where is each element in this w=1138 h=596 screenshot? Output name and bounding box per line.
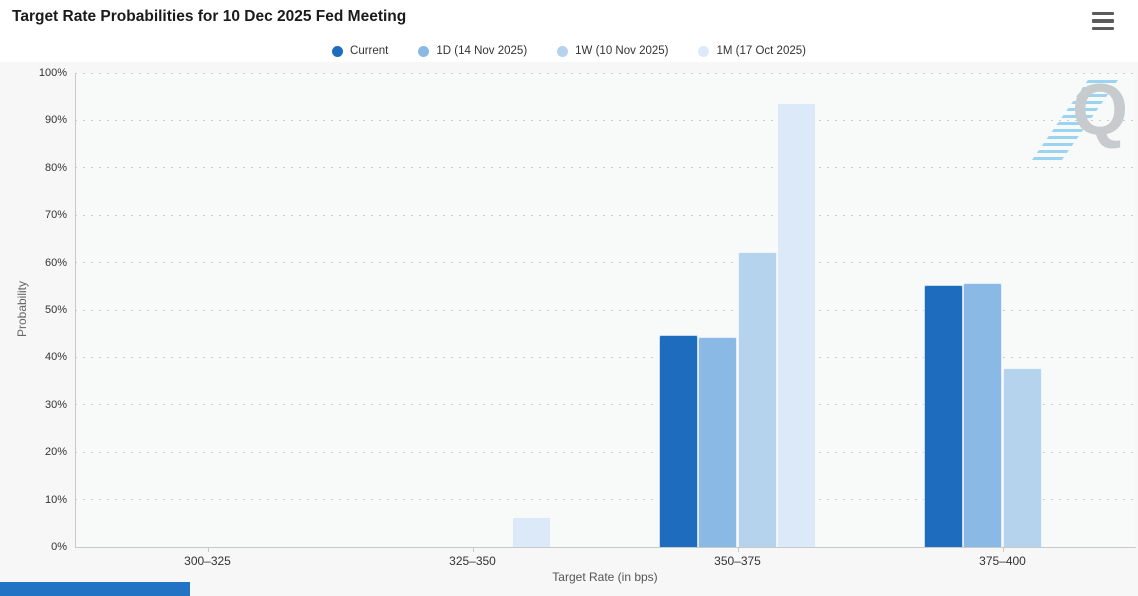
bar-1w-375–400[interactable] — [1002, 368, 1042, 547]
bottom-blue-bar — [0, 582, 190, 596]
bar-1m-325–350[interactable] — [511, 517, 552, 547]
x-axis-tick — [737, 547, 739, 552]
y-gridline — [75, 72, 1135, 74]
x-axis-tick — [472, 547, 474, 552]
y-axis-tick-label: 60% — [44, 256, 67, 269]
quikstrike-watermark: Q — [1031, 74, 1138, 166]
legend-item-1d[interactable]: 1D (14 Nov 2025) — [418, 45, 527, 57]
y-gridline — [75, 167, 1135, 169]
y-axis-line — [75, 73, 76, 547]
y-gridline — [75, 262, 1135, 264]
x-axis-category-label: 325–350 — [449, 554, 496, 568]
y-axis-tick-label: 20% — [44, 446, 67, 459]
bar-current-375–400[interactable] — [923, 284, 964, 547]
legend-marker-icon — [332, 45, 344, 57]
bar-1d-350–375[interactable] — [698, 337, 738, 547]
bar-1d-375–400[interactable] — [963, 282, 1003, 547]
bar-current-350–375[interactable] — [658, 335, 699, 547]
chart-title: Target Rate Probabilities for 10 Dec 202… — [12, 8, 407, 25]
watermark-q-letter: Q — [1072, 70, 1129, 150]
x-axis-category-label: 300–325 — [184, 554, 231, 568]
chart-page: Target Rate Probabilities for 10 Dec 202… — [0, 0, 1138, 596]
y-axis-title: Probability — [15, 280, 29, 338]
y-axis-tick-label: 30% — [44, 398, 67, 411]
y-gridline — [75, 119, 1135, 121]
x-axis-line — [75, 547, 1136, 548]
bar-1w-350–375[interactable] — [737, 251, 777, 547]
legend-label: 1M (17 Oct 2025) — [716, 45, 806, 57]
legend-label: Current — [350, 45, 389, 57]
legend-marker-icon — [698, 45, 710, 57]
y-axis-tick-label: 70% — [44, 209, 67, 222]
y-axis-tick-label: 0% — [51, 541, 67, 553]
legend-marker-icon — [557, 45, 569, 57]
hamburger-menu-icon[interactable] — [1092, 12, 1114, 30]
y-axis-tick-label: 100% — [38, 67, 67, 79]
y-gridline — [75, 214, 1135, 216]
y-axis-tick-label: 50% — [44, 304, 67, 316]
x-axis-category-label: 375–400 — [979, 554, 1026, 568]
y-axis-tick-label: 10% — [44, 493, 67, 506]
hamburger-line — [1092, 26, 1114, 30]
hamburger-line — [1092, 12, 1114, 16]
chart-legend: Current 1D (14 Nov 2025) 1W (10 Nov 2025) 1… — [0, 45, 1138, 57]
bar-1m-350–375[interactable] — [776, 102, 817, 547]
legend-label: 1D (14 Nov 2025) — [436, 45, 528, 57]
hamburger-line — [1092, 19, 1114, 23]
legend-item-1w[interactable]: 1W (10 Nov 2025) — [557, 45, 668, 57]
legend-item-1m[interactable]: 1M (17 Oct 2025) — [698, 45, 806, 57]
x-axis-tick — [207, 547, 209, 552]
legend-item-current[interactable]: Current — [332, 45, 388, 57]
x-axis-category-label: 350–375 — [714, 554, 761, 568]
legend-label: 1W (10 Nov 2025) — [575, 45, 669, 57]
legend-marker-icon — [418, 45, 430, 57]
x-axis-tick — [1002, 547, 1004, 552]
x-axis-title: Target Rate (in bps) — [552, 570, 658, 584]
y-axis-tick-label: 80% — [44, 161, 67, 174]
y-axis-tick-label: 40% — [44, 351, 67, 364]
y-axis-tick-label: 90% — [44, 114, 67, 127]
